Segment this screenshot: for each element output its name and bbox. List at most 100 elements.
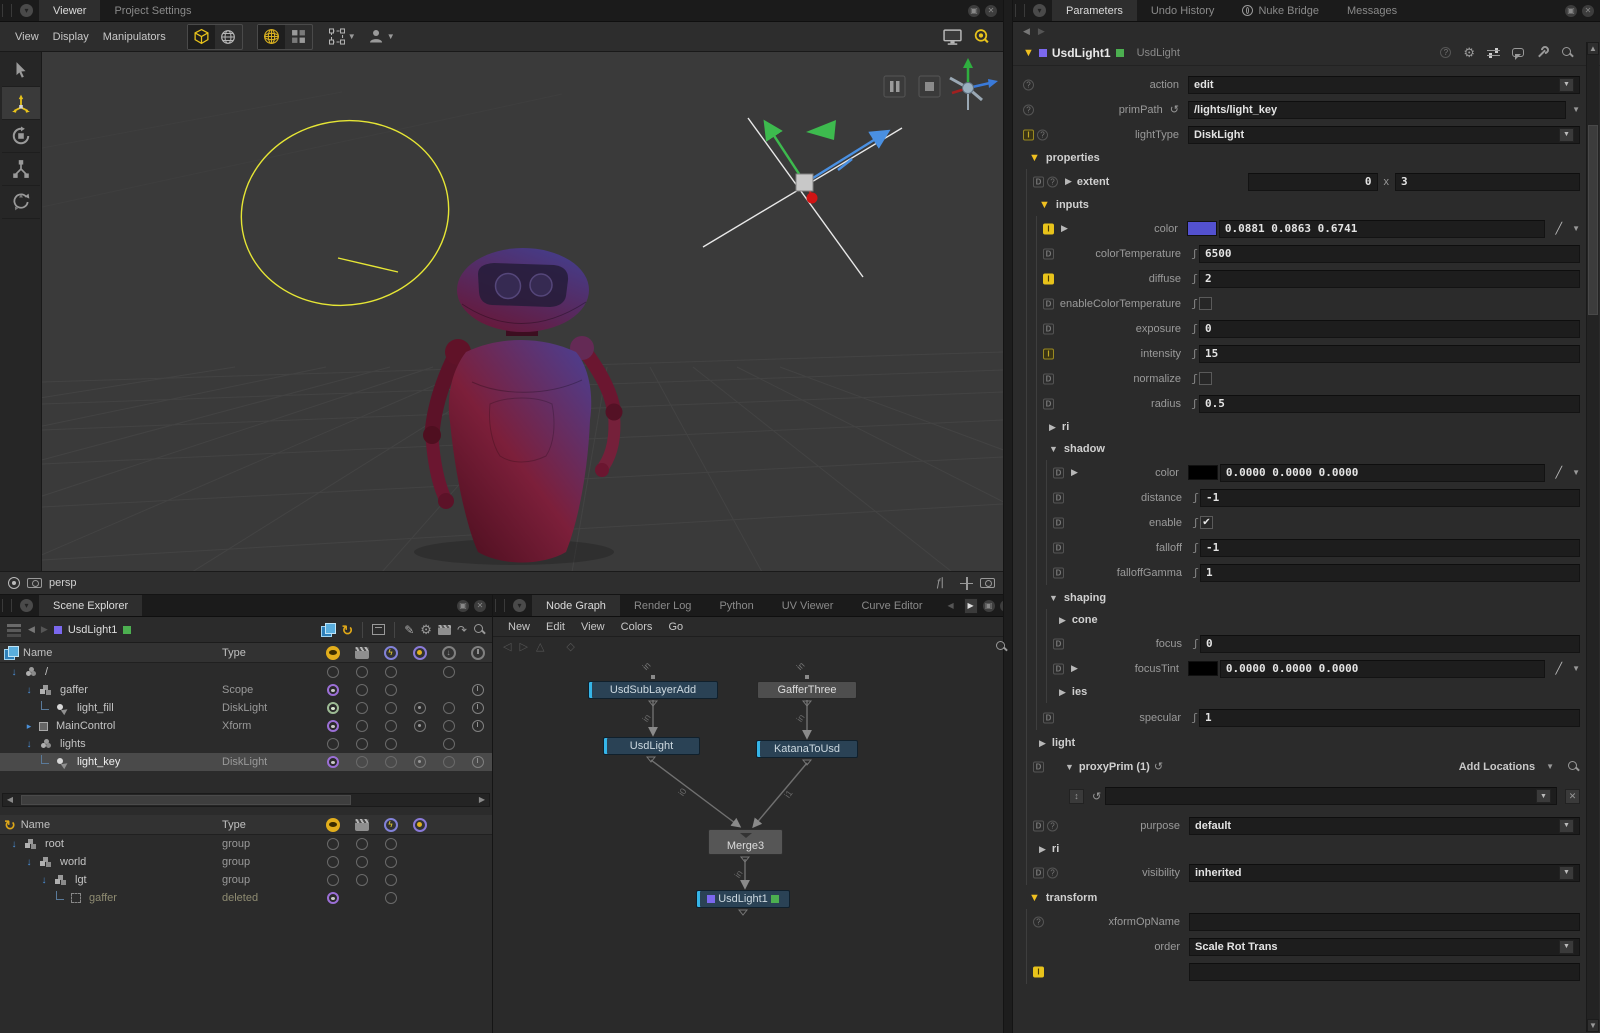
section-ri[interactable]: ▶ri [1041,416,1580,438]
node-search-icon[interactable] [995,640,1008,653]
value-field[interactable]: 6500 [1199,245,1580,263]
value-field[interactable]: 1 [1200,564,1580,582]
checkbox[interactable] [1199,372,1212,385]
param-forward-icon[interactable]: ▶ [1038,26,1045,37]
light-gizmo[interactable] [227,104,464,321]
section-light[interactable]: ▶light [1031,732,1580,754]
tab-messages[interactable]: Messages [1333,0,1411,21]
section-properties[interactable]: ▼properties [1021,147,1580,169]
expression-toggle-icon[interactable]: ʃ [1190,297,1199,310]
state-column[interactable] [318,646,347,660]
expand-icon[interactable]: ▶ [1071,467,1078,478]
transform-manipulator[interactable] [703,118,902,277]
snapshot-button[interactable] [968,25,995,49]
curve-icon[interactable]: ↷ [457,623,467,637]
value-field[interactable]: 15 [1199,345,1580,363]
value-field[interactable]: -1 [1200,539,1580,557]
wrench-icon[interactable] [1536,46,1549,59]
tab-viewer[interactable]: Viewer [39,0,100,21]
pose-button[interactable]: ▼ [368,25,395,49]
state-column[interactable] [405,646,434,660]
text-input[interactable] [1189,963,1580,981]
ring-state-icon[interactable] [385,838,397,850]
state-cell[interactable] [434,738,463,750]
state-cell[interactable] [347,666,376,678]
state-cell[interactable] [318,892,347,904]
scroll-left-icon[interactable]: ◀ [3,794,17,806]
section-transform[interactable]: ▼transform [1021,887,1580,909]
state-column[interactable]: ↓ [434,646,463,660]
section-cone[interactable]: ▶cone [1051,609,1580,631]
ring-state-icon[interactable] [356,720,368,732]
ring-state-icon[interactable] [443,738,455,750]
tree-row-lights[interactable]: ↓lights [0,735,492,753]
ring-state-icon[interactable] [356,738,368,750]
state-cell[interactable] [318,756,347,768]
dropdown-arrow-icon[interactable]: ▼ [1559,78,1574,92]
color-values-field[interactable]: 0.0000 0.0000 0.0000 [1220,660,1546,678]
state-column[interactable] [347,647,376,659]
state-cell[interactable] [347,720,376,732]
ring-state-icon[interactable] [385,756,397,768]
tree-row-gaffer[interactable]: ↓gafferScope [0,681,492,699]
graph-node-usdsublayeradd[interactable]: UsdSubLayerAdd [588,681,718,699]
graph-node-usdlight[interactable]: UsdLight [603,737,700,755]
state-cell[interactable] [405,702,434,714]
ring-state-icon[interactable] [327,666,339,678]
color-values-field[interactable]: 0.0881 0.0863 0.6741 [1219,220,1546,238]
section-shaping[interactable]: ▼shaping [1041,587,1580,609]
expression-toggle-icon[interactable]: ʃ [1191,637,1200,650]
camera-settings-icon[interactable] [980,578,995,588]
panel-grip[interactable] [2,4,12,17]
dropdown-field[interactable]: inherited▼ [1189,864,1580,882]
dropdown-field[interactable]: edit▼ [1188,76,1580,94]
help-icon[interactable]: ? [1033,916,1044,927]
dropdown-field[interactable]: DiskLight▼ [1188,126,1580,144]
restore-icon[interactable]: ▣ [457,600,469,612]
camera-label[interactable]: persp [49,577,77,589]
reorder-icon[interactable]: ↕ [1069,789,1084,804]
value-field[interactable]: -1 [1200,489,1580,507]
expand-down-icon[interactable]: ↓ [9,667,19,678]
graph-node-gafferthree[interactable]: GafferThree [757,681,857,699]
tree-row-world[interactable]: ↓worldgroup [0,853,492,871]
section-shadow[interactable]: ▼shadow [1041,438,1580,460]
eyedropper-icon[interactable]: ╱ [1555,662,1562,675]
node-graph-canvas[interactable]: UsdSubLayerAddGafferThreeUsdLightKatanaT… [493,655,1018,1033]
section-inputs[interactable]: ▼inputs [1031,194,1580,216]
scale-tool[interactable] [2,153,40,186]
scrollbar-thumb[interactable] [1588,125,1598,315]
viewport-3d[interactable] [42,52,1003,571]
menu-colors[interactable]: Colors [614,621,660,633]
input-port-icon[interactable] [805,675,809,679]
eyeP-state-icon[interactable] [327,684,339,696]
column-type[interactable]: Type [222,647,318,659]
comment-icon[interactable] [1512,48,1524,57]
section-triangle-icon[interactable]: ▶ [1049,422,1056,433]
katana-swirl-icon[interactable]: ↻ [341,623,353,637]
state-cell[interactable] [405,756,434,768]
expression-toggle-icon[interactable]: ʃ [1191,566,1200,579]
layout-squares-button[interactable] [285,25,312,49]
menu-edit[interactable]: Edit [539,621,572,633]
restore-icon[interactable]: ▣ [983,600,995,612]
expression-toggle-icon[interactable]: ʃ [1190,347,1199,360]
back-button[interactable]: ◀ [28,624,35,635]
pow-state-icon[interactable] [472,684,484,696]
ring-state-icon[interactable] [327,838,339,850]
state-cell[interactable] [376,892,405,904]
expand-icon[interactable]: ▶ [1065,176,1072,187]
expression-toggle-icon[interactable]: ʃ [1190,247,1199,260]
parameters-scrollbar[interactable]: ▲ ▼ [1586,42,1599,1032]
color-swatch[interactable] [1188,661,1218,676]
panel-menu-icon[interactable]: ▾ [1033,4,1046,17]
section-triangle-icon[interactable]: ▼ [1029,152,1040,164]
expression-toggle-icon[interactable]: ʃ [1190,272,1199,285]
state-column[interactable] [405,818,434,832]
expression-toggle-icon[interactable]: ʃ [1190,322,1199,335]
column-type[interactable]: Type [222,819,318,831]
forward-button[interactable]: ▶ [41,624,48,635]
dropdown-arrow-icon[interactable]: ▼ [1536,789,1551,803]
dropdown-field[interactable]: default▼ [1189,817,1580,835]
help-icon[interactable]: ? [1037,129,1048,140]
